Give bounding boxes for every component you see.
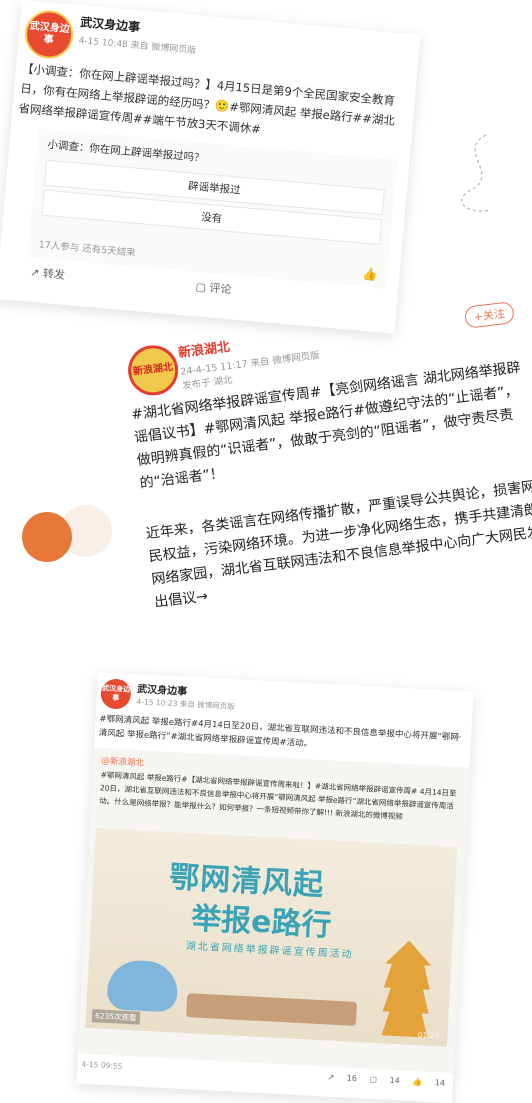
post-meta: 4-15 10:23 来自 微博网页版 xyxy=(136,697,235,712)
post-meta: 4-15 10:48 来自 微博网页版 xyxy=(78,36,197,57)
comment-count: 14 xyxy=(389,1075,401,1086)
repost-button[interactable]: ↗ 16 xyxy=(327,1073,357,1084)
video-duration: 01:29 xyxy=(417,1030,440,1041)
yellow-crane-tower-illustration xyxy=(381,939,432,1037)
comment-button[interactable]: ▢ 14 xyxy=(369,1075,400,1086)
avatar[interactable]: 武汉身边事 xyxy=(100,678,132,710)
whale-mascot-illustration xyxy=(106,958,179,1013)
post-stats: ↗ 16 ▢ 14 👍 14 xyxy=(317,1072,445,1088)
author-name[interactable]: 武汉身边事 xyxy=(80,13,141,35)
author-name[interactable]: 新浪湖北 xyxy=(177,336,230,361)
avatar[interactable]: 武汉身边事 xyxy=(23,8,76,61)
decorative-circle-orange xyxy=(22,512,72,562)
repost-button[interactable]: ↗ 转发 xyxy=(30,264,66,283)
weibo-post-card-3: 武汉身边事 武汉身边事 4-15 10:23 来自 微博网页版 ⌄ #鄂网清风起… xyxy=(76,672,474,1103)
like-count: 14 xyxy=(434,1078,446,1088)
video-views: 6235次观看 xyxy=(91,1009,140,1025)
avatar[interactable]: 新浪湖北 xyxy=(125,342,181,399)
post-text-paragraph: 近年来，各类谣言在网络传播扩散，严重误导公共舆论，损害网民权益，污染网络环境。为… xyxy=(145,478,532,611)
follow-button[interactable]: +关注 xyxy=(463,301,516,329)
video-player[interactable]: 鄂网清风起 举报e路行 湖北省网络举报辟谣宣传周活动 6235次观看 01:29 xyxy=(85,828,458,1047)
decorative-curl-icon xyxy=(461,134,492,212)
author-name[interactable]: 武汉身边事 xyxy=(137,680,188,698)
poll-footer: 17人参与 还有5天结束 xyxy=(38,239,136,259)
repost-count: 16 xyxy=(346,1073,358,1084)
reposted-content[interactable]: @新浪湖北 #鄂网清风起 举报e路行#【湖北省网络举报辟谣宣传周来啦！】#湖北省… xyxy=(78,747,470,1074)
weibo-post-card-2: 新浪湖北 新浪湖北 24-4-15 11:17 来自 微博网页版 发布于 湖北 … xyxy=(110,240,532,618)
bridge-illustration xyxy=(186,993,358,1026)
repost-text: #鄂网清风起 举报e路行#【湖北省网络举报辟谣宣传周来啦！】#湖北省网络举报辟谣… xyxy=(99,770,457,822)
post-date: 4-15 09:55 xyxy=(81,1059,123,1071)
like-button[interactable]: 👍 14 xyxy=(412,1077,445,1088)
repost-author[interactable]: @新浪湖北 xyxy=(101,754,144,768)
video-title-line-2: 举报e路行 xyxy=(190,901,333,944)
repost-label: 转发 xyxy=(42,266,66,282)
